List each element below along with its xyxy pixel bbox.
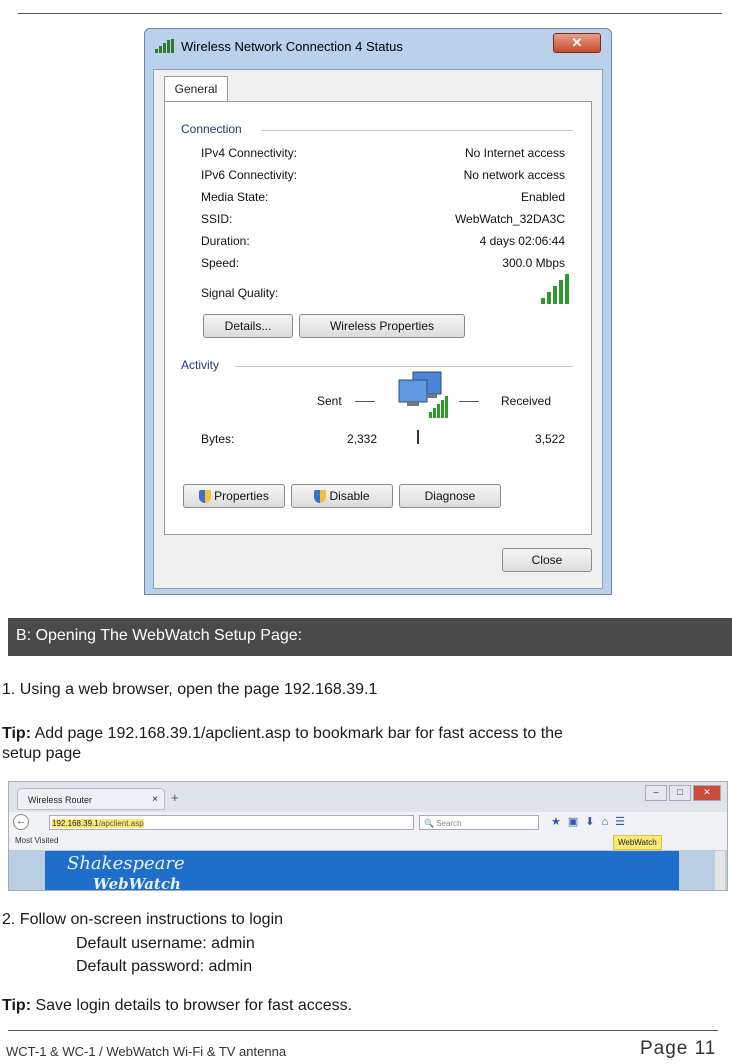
network-status-dialog: Wireless Network Connection 4 Status ✕ G… <box>144 28 612 595</box>
bytes-label: Bytes: <box>201 432 235 446</box>
shield-icon <box>314 490 327 504</box>
signal-quality-label: Signal Quality: <box>201 286 279 300</box>
dialog-body: General Connection IPv4 Connectivity: No… <box>153 69 603 589</box>
properties-button[interactable]: Properties <box>183 484 285 508</box>
ipv4-value: No Internet access <box>464 146 565 160</box>
ipv6-label: IPv6 Connectivity: <box>201 168 298 182</box>
maximize-icon[interactable]: □ <box>669 785 691 801</box>
section-header-text: B: Opening The WebWatch Setup Page: <box>16 627 303 644</box>
close-icon[interactable]: ✕ <box>693 785 721 801</box>
search-placeholder: Search <box>436 819 462 828</box>
product-logo: WebWatch <box>93 875 181 891</box>
bytes-received-value: 3,522 <box>534 432 565 446</box>
search-input[interactable]: 🔍 Search <box>419 815 539 830</box>
disable-button-label: Disable <box>329 489 370 503</box>
ssid-value: WebWatch_32DA3C <box>454 212 565 226</box>
browser-screenshot: Wireless Router × + – □ ✕ ← 192.168.39.1… <box>8 781 728 891</box>
shield-icon <box>199 490 212 504</box>
section-header: B: Opening The WebWatch Setup Page: <box>8 618 732 656</box>
wireless-properties-button[interactable]: Wireless Properties <box>299 314 465 338</box>
close-icon[interactable]: × <box>152 789 158 811</box>
toolbar-icons[interactable]: ★▣⬇⌂☰ <box>551 815 632 828</box>
tip-label: Tip: <box>2 997 32 1014</box>
signal-quality-icon <box>541 274 569 304</box>
media-state-label: Media State: <box>201 190 269 204</box>
url-path: /apclient.asp <box>98 819 144 828</box>
general-panel: Connection IPv4 Connectivity: No Interne… <box>164 101 592 535</box>
most-visited-link[interactable]: Most Visited <box>15 836 58 845</box>
tab-general[interactable]: General <box>164 76 228 103</box>
ipv6-value: No network access <box>463 168 565 182</box>
close-icon[interactable]: ✕ <box>553 33 601 53</box>
default-password: Default password: admin <box>76 958 253 975</box>
duration-label: Duration: <box>201 234 250 248</box>
dialog-titlebar: Wireless Network Connection 4 Status ✕ <box>145 29 611 65</box>
url-highlight: 192.168.39.1/apclient.asp <box>52 819 144 828</box>
footer-rule <box>8 1030 718 1031</box>
tip-2: Tip: Save login details to browser for f… <box>2 996 352 1016</box>
dialog-title: Wireless Network Connection 4 Status <box>181 39 403 54</box>
tip-1-text: Add page 192.168.39.1/apclient.asp to bo… <box>31 725 563 742</box>
ipv4-label: IPv4 Connectivity: <box>201 146 298 160</box>
scrollbar[interactable] <box>715 851 725 890</box>
close-button[interactable]: Close <box>502 548 592 572</box>
window-controls: – □ ✕ <box>645 785 721 801</box>
diagnose-button[interactable]: Diagnose <box>399 484 501 508</box>
page-number: Page 11 <box>640 1038 717 1059</box>
signal-bars-icon <box>155 39 174 53</box>
footer-product: WCT-1 & WC-1 / WebWatch Wi-Fi & TV anten… <box>6 1044 287 1059</box>
url-host: 192.168.39.1 <box>52 819 99 828</box>
step-2: 2. Follow on-screen instructions to logi… <box>2 911 284 928</box>
browser-toolbar: ← 192.168.39.1/apclient.asp 🔍 Search ★▣⬇… <box>9 812 727 835</box>
browser-tab-title: Wireless Router <box>28 795 93 805</box>
back-arrow-icon[interactable]: ← <box>13 814 29 830</box>
sent-label: Sent <box>317 394 342 408</box>
address-bar[interactable]: 192.168.39.1/apclient.asp <box>49 815 414 830</box>
default-username: Default username: admin <box>76 935 255 952</box>
webwatch-bookmark[interactable]: WebWatch <box>613 835 662 850</box>
bookmarks-bar: Most Visited WebWatch <box>9 834 727 851</box>
tip-1: Tip: Add page 192.168.39.1/apclient.asp … <box>2 724 563 744</box>
new-tab-icon[interactable]: + <box>171 790 179 805</box>
tip-label: Tip: <box>2 725 32 742</box>
browser-tab[interactable]: Wireless Router × <box>17 788 165 810</box>
top-rule <box>18 13 722 14</box>
step-1: 1. Using a web browser, open the page 19… <box>2 681 378 698</box>
duration-value: 4 days 02:06:44 <box>479 234 565 248</box>
divider <box>235 366 573 367</box>
bytes-sent-value: 2,332 <box>347 432 378 446</box>
minimize-icon[interactable]: – <box>645 785 667 801</box>
speed-label: Speed: <box>201 256 240 270</box>
webwatch-page: Shakespeare WebWatch <box>45 851 679 891</box>
properties-button-label: Properties <box>214 489 269 503</box>
connection-group-label: Connection <box>181 122 242 136</box>
activity-divider <box>417 430 419 444</box>
tip-1-continued: setup page <box>2 745 82 762</box>
received-label: Received <box>501 394 552 408</box>
ssid-label: SSID: <box>201 212 233 226</box>
speed-value: 300.0 Mbps <box>502 256 565 270</box>
network-computers-icon <box>398 371 448 418</box>
received-line <box>459 401 479 402</box>
tip-2-text: Save login details to browser for fast a… <box>31 997 353 1014</box>
activity-group-label: Activity <box>181 358 220 372</box>
disable-button[interactable]: Disable <box>291 484 393 508</box>
browser-content: Shakespeare WebWatch <box>9 851 727 891</box>
brand-logo: Shakespeare <box>67 853 185 874</box>
divider <box>261 130 573 131</box>
sent-line <box>355 401 375 402</box>
media-state-value: Enabled <box>520 190 565 204</box>
details-button[interactable]: Details... <box>203 314 293 338</box>
